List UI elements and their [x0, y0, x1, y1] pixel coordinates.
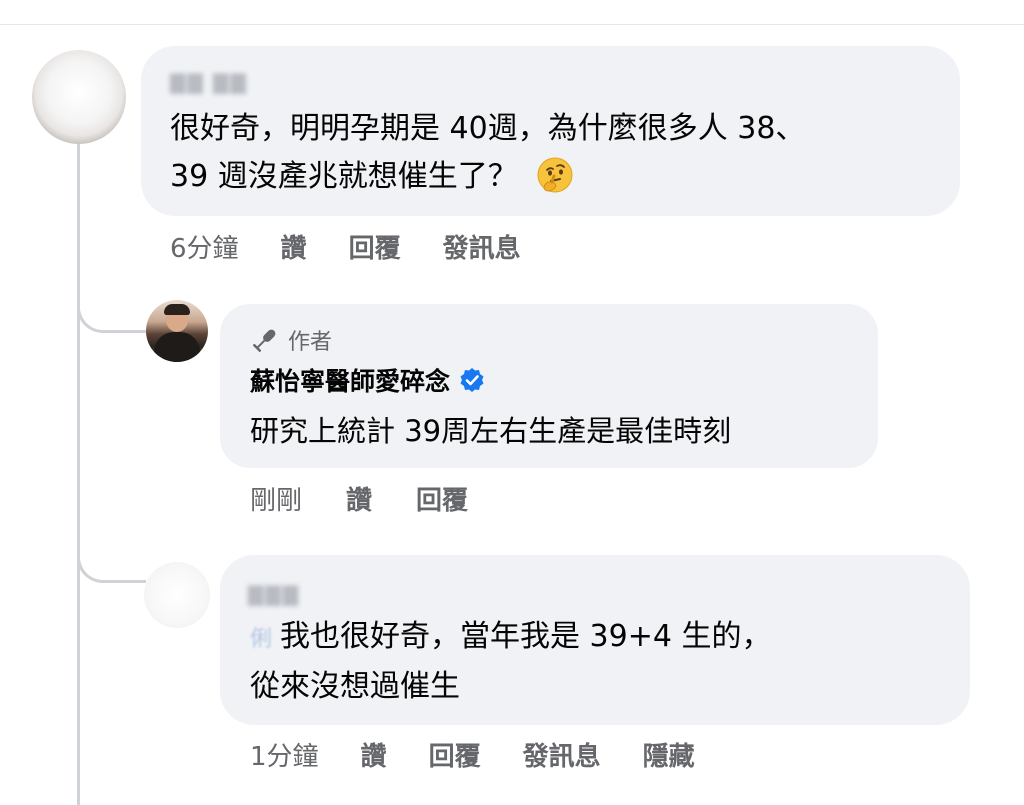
thread-line — [77, 140, 80, 805]
reply-timestamp[interactable]: 1分鐘 — [250, 736, 319, 773]
top-divider — [0, 24, 1024, 25]
reply-text: 研究上統計 39周左右生產是最佳時刻 — [250, 414, 732, 448]
comment-timestamp[interactable]: 6分鐘 — [170, 228, 239, 265]
comment-text-line: 很好奇，明明孕期是 40週，為什麼很多人 38、 — [170, 111, 806, 146]
thread-connector — [77, 280, 146, 333]
microphone-icon — [253, 329, 276, 352]
message-button[interactable]: 發訊息 — [523, 736, 601, 773]
reply-button[interactable]: 回覆 — [416, 480, 468, 517]
comment-text: 39 週沒產兆就想催生了？ — [170, 159, 518, 194]
comment-thread: ▇▇ ▇▇ 很好奇，明明孕期是 40週，為什麼很多人 38、 39 週沒產兆就想… — [0, 0, 1024, 805]
author-name[interactable]: 蘇怡寧醫師愛碎念 — [250, 362, 486, 398]
message-button[interactable]: 發訊息 — [443, 228, 521, 265]
commenter-avatar[interactable] — [32, 50, 126, 144]
author-badge-label: 作者 — [288, 330, 333, 355]
commenter-avatar[interactable] — [144, 562, 210, 628]
hide-button[interactable]: 隱藏 — [643, 736, 695, 773]
author-name-text: 蘇怡寧醫師愛碎念 — [250, 367, 451, 396]
reply-actions: 1分鐘 讚 回覆 發訊息 隱藏 — [250, 736, 695, 773]
reply-text: 我也很好奇，當年我是 39+4 生的， — [280, 619, 772, 654]
thread-connector — [77, 530, 146, 583]
verified-badge-icon — [460, 368, 484, 392]
reply-timestamp[interactable]: 剛剛 — [250, 480, 302, 517]
author-avatar[interactable] — [146, 300, 208, 362]
like-button[interactable]: 讚 — [361, 736, 387, 773]
comment-text-line-with-emoji: 39 週沒產兆就想催生了？ — [170, 154, 575, 200]
comment-actions: 6分鐘 讚 回覆 發訊息 — [170, 228, 521, 265]
reply-text-line: 俐我也很好奇，當年我是 39+4 生的， — [250, 614, 772, 663]
reply-button[interactable]: 回覆 — [429, 736, 481, 773]
like-button[interactable]: 讚 — [281, 228, 307, 265]
commenter-name-redacted[interactable]: ▇▇▇ — [248, 582, 300, 606]
thinking-face-icon — [537, 157, 573, 192]
mention-tag[interactable]: 俐 — [250, 627, 272, 652]
commenter-name-redacted[interactable]: ▇▇ ▇▇ — [170, 70, 248, 94]
reply-button[interactable]: 回覆 — [349, 228, 401, 265]
reply-actions: 剛剛 讚 回覆 — [250, 480, 468, 517]
author-badge: 作者 — [250, 324, 332, 356]
reply-text-line: 從來沒想過催生 — [250, 669, 460, 704]
like-button[interactable]: 讚 — [346, 480, 372, 517]
